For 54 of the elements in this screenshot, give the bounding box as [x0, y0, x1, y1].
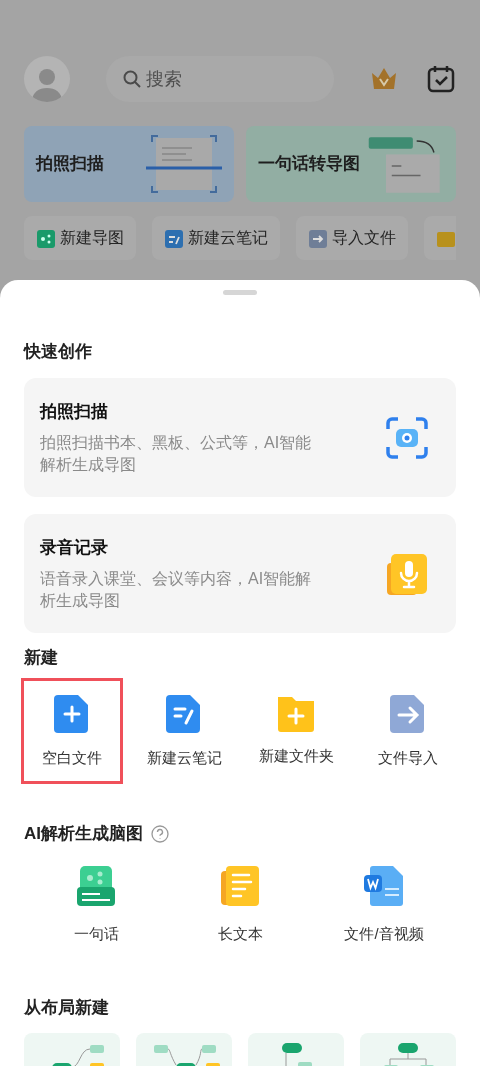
search-field[interactable]: 搜索 — [106, 56, 334, 102]
card-title: 录音记录 — [40, 536, 109, 559]
card-description: 语音录入课堂、会议等内容，AI智能解析生成导图 — [40, 569, 313, 612]
new-item[interactable]: 新建云笔记 — [128, 680, 240, 781]
camera-scan-icon — [386, 416, 428, 459]
new-item-label: 新建文件夹 — [258, 745, 334, 766]
layout-template-card[interactable] — [24, 1032, 120, 1066]
new-item[interactable]: 空白文件 — [24, 680, 120, 781]
search-input[interactable]: 搜索 — [146, 65, 296, 93]
chip-label: 新建云笔记 — [188, 228, 268, 248]
ai-item-label: 一句话 — [73, 923, 119, 944]
new-item[interactable]: 文件导入 — [352, 680, 464, 781]
feature-banner[interactable]: 拍照扫描 — [24, 126, 234, 202]
quick-create-card[interactable]: 拍照扫描 拍照扫描书本、黑板、公式等，AI智能解析生成导图 — [24, 378, 456, 497]
search-icon — [122, 69, 142, 89]
ai-item[interactable]: 长文本 — [168, 864, 312, 945]
card-description: 拍照扫描书本、黑板、公式等，AI智能解析生成导图 — [40, 433, 313, 476]
layout-template-card[interactable] — [360, 1032, 456, 1066]
ai-item[interactable]: 文件/音视频 — [312, 864, 456, 945]
new-item[interactable]: 新建文件夹 — [240, 680, 352, 781]
text-document-icon — [220, 864, 260, 907]
note-icon — [164, 227, 184, 249]
section-title: 新建 — [24, 647, 59, 669]
section-title: 快速创作 — [24, 343, 93, 360]
word-document-icon — [363, 864, 405, 907]
ai-item[interactable]: 一句话 — [24, 864, 168, 945]
section-title: AI解析生成脑图 — [24, 823, 143, 845]
banner-title: 拍照扫描 — [36, 153, 105, 175]
mindmap-icon — [36, 227, 56, 249]
microphone-icon — [386, 552, 428, 595]
chip-label: 导入文件 — [332, 228, 396, 248]
chip-label: 新建导图 — [60, 228, 124, 248]
ai-item-label: 文件/音视频 — [344, 923, 424, 944]
card-title: 拍照扫描 — [40, 400, 109, 423]
avatar[interactable] — [24, 56, 70, 102]
new-item-label: 新建云笔记 — [146, 747, 222, 768]
calendar-check-icon[interactable] — [426, 64, 456, 94]
person-silhouette-icon — [31, 66, 63, 102]
ai-item-label: 长文本 — [217, 923, 263, 944]
mindmap-card-icon — [76, 864, 116, 907]
section-title: 从布局新建 — [24, 997, 110, 1019]
shortcut-chip[interactable]: 新建导图 — [24, 216, 136, 260]
layout-template-card[interactable] — [248, 1032, 344, 1066]
new-item-label: 空白文件 — [42, 747, 102, 768]
layout-template-card[interactable] — [136, 1032, 232, 1066]
shortcut-chip[interactable]: 新建云笔记 — [152, 216, 280, 260]
arrow-document-icon — [308, 227, 328, 249]
banner-title: 一句话转导图 — [258, 153, 361, 175]
new-item-label: 文件导入 — [378, 747, 438, 768]
feature-banner[interactable]: 一句话转导图 — [246, 126, 456, 202]
quick-create-card[interactable]: 录音记录 语音录入课堂、会议等内容，AI智能解析生成导图 — [24, 514, 456, 633]
shortcut-chip[interactable]: 导入文件 — [296, 216, 408, 260]
drag-handle[interactable] — [223, 290, 257, 295]
help-icon[interactable] — [151, 824, 169, 843]
